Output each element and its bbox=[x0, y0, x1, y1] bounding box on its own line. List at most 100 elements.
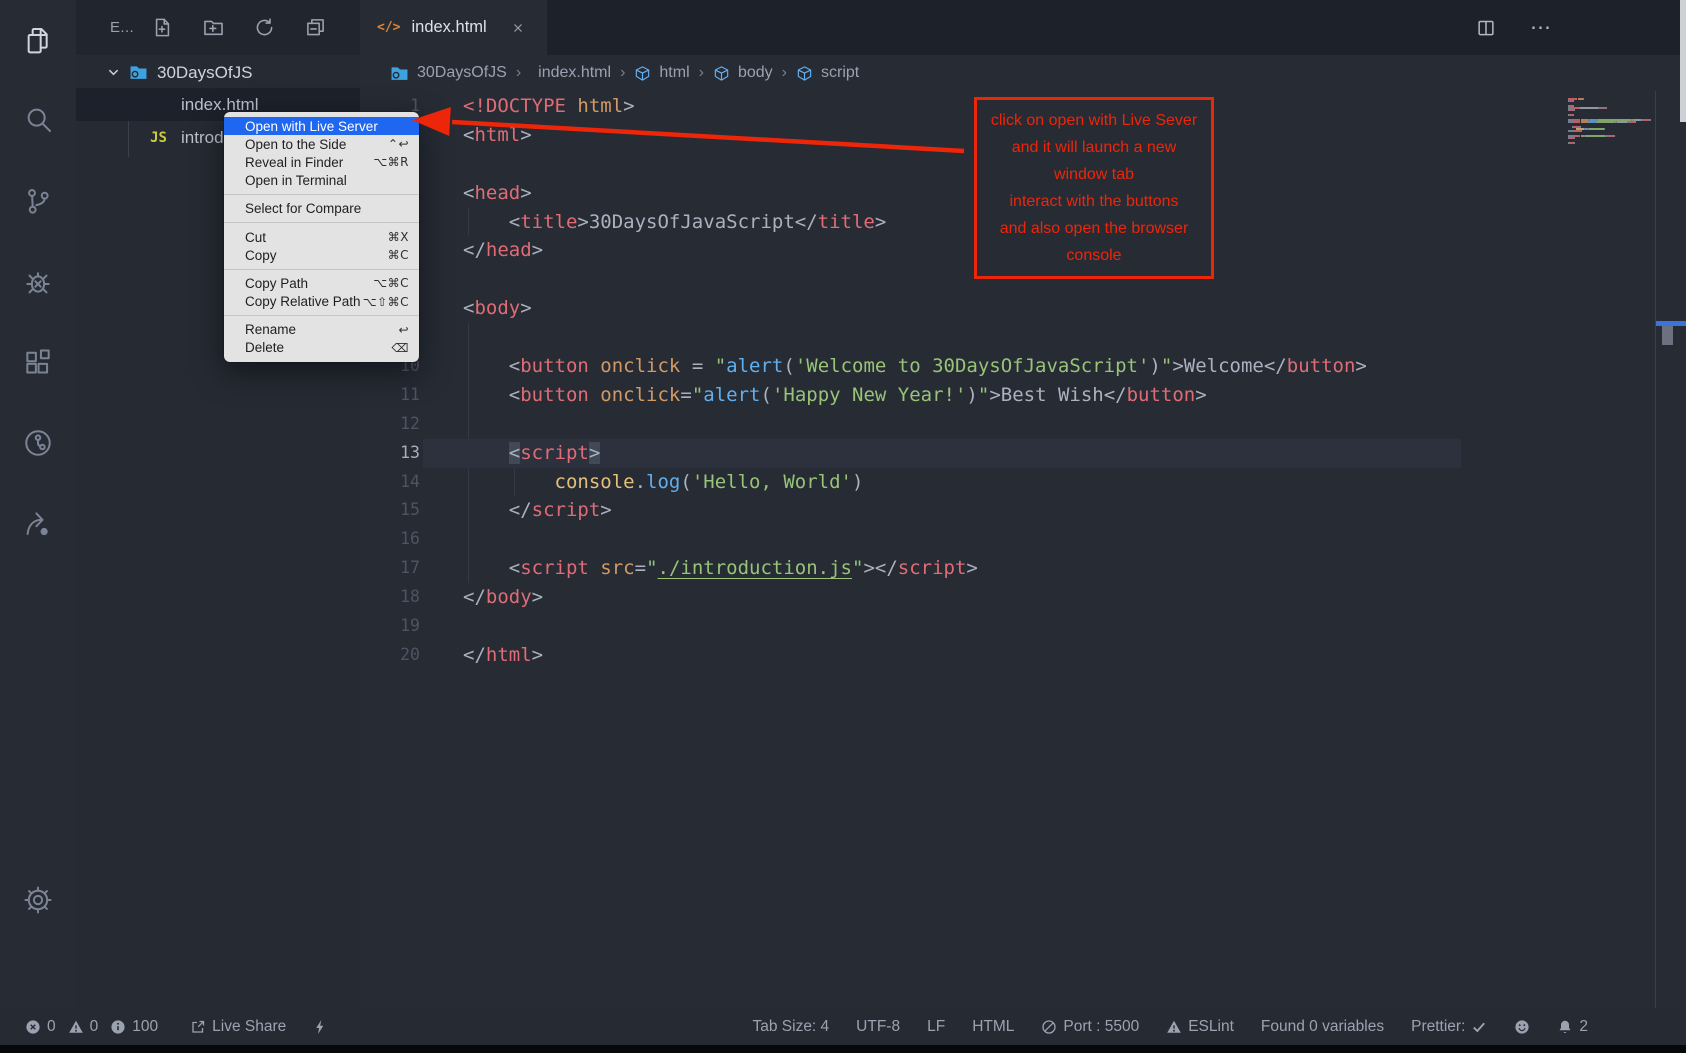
code-token: src bbox=[600, 557, 634, 579]
code-token: ) bbox=[852, 471, 863, 493]
activity-extensions-icon[interactable] bbox=[0, 332, 76, 394]
menu-item-rename[interactable]: Rename↩ bbox=[224, 321, 419, 339]
code-token: < bbox=[463, 355, 520, 377]
menu-item-open-with-live-server[interactable]: Open with Live Server bbox=[224, 117, 419, 135]
menu-item-copy[interactable]: Copy⌘C bbox=[224, 246, 419, 264]
code-line-content: <!DOCTYPE html> bbox=[463, 92, 635, 121]
tab-close-icon[interactable] bbox=[511, 21, 525, 35]
code-line-12[interactable]: 12 bbox=[360, 410, 1686, 439]
code-line-8[interactable]: 8<body> bbox=[360, 294, 1686, 323]
code-line-9[interactable]: 9 bbox=[360, 323, 1686, 352]
code-line-11[interactable]: 11 <button onclick="alert('Happy New Yea… bbox=[360, 381, 1686, 410]
status-found-0-variables[interactable]: Found 0 variables bbox=[1261, 1018, 1384, 1036]
minimap-line bbox=[1568, 142, 1654, 144]
code-token: > bbox=[989, 384, 1000, 406]
code-line-15[interactable]: 15 </script> bbox=[360, 496, 1686, 525]
menu-item-shortcut: ⌃↩ bbox=[388, 137, 409, 151]
menu-item-copy-relative-path[interactable]: Copy Relative Path⌥⇧⌘C bbox=[224, 293, 419, 311]
minimap[interactable] bbox=[1568, 98, 1654, 144]
code-token: < bbox=[463, 297, 474, 319]
slash-icon bbox=[1041, 1019, 1057, 1035]
breadcrumb-item-index.html[interactable]: index.html bbox=[530, 64, 611, 82]
sidebar-header: E... bbox=[76, 0, 360, 55]
indent-guide bbox=[468, 323, 469, 352]
menu-item-reveal-in-finder[interactable]: Reveal in Finder ⌥⌘R bbox=[224, 153, 419, 171]
new-folder-icon[interactable] bbox=[203, 17, 224, 38]
code-line-13[interactable]: 13 <script> bbox=[360, 439, 1686, 468]
split-editor-icon[interactable] bbox=[1476, 18, 1496, 38]
status-lf[interactable]: LF bbox=[927, 1018, 945, 1036]
status-eslint[interactable]: ESLint bbox=[1166, 1018, 1234, 1036]
code-line-10[interactable]: 10 <button onclick = "alert('Welcome to … bbox=[360, 352, 1686, 381]
more-actions-icon[interactable]: ⋯ bbox=[1530, 23, 1553, 33]
breadcrumb-item-30DaysOfJS[interactable]: 30DaysOfJS bbox=[390, 64, 507, 83]
menu-item-copy-path[interactable]: Copy Path⌥⌘C bbox=[224, 274, 419, 292]
folder-icon bbox=[390, 64, 409, 83]
status-0[interactable]: 0 bbox=[68, 1018, 99, 1036]
status-2[interactable]: 2 bbox=[1557, 1018, 1588, 1036]
code-token: 30DaysOfJavaScript bbox=[589, 211, 795, 233]
menu-item-delete[interactable]: Delete⌫ bbox=[224, 339, 419, 357]
status-prettier[interactable]: Prettier: bbox=[1411, 1018, 1487, 1036]
status-smiley[interactable] bbox=[1514, 1019, 1530, 1035]
code-token: > bbox=[532, 586, 543, 608]
breadcrumb-item-body[interactable]: body bbox=[713, 64, 773, 82]
breadcrumb-separator: › bbox=[516, 64, 521, 82]
line-number: 14 bbox=[360, 468, 420, 497]
menu-item-shortcut: ⌥⌘R bbox=[373, 155, 409, 169]
menu-separator bbox=[224, 269, 419, 270]
menu-item-label: Reveal in Finder bbox=[245, 155, 343, 170]
breadcrumb-item-html[interactable]: html bbox=[634, 64, 689, 82]
tab-index-html[interactable]: </> index.html bbox=[360, 0, 547, 55]
status-bolt[interactable] bbox=[312, 1019, 328, 1035]
folder-icon bbox=[129, 63, 148, 82]
code-line-14[interactable]: 14 console.log('Hello, World') bbox=[360, 468, 1686, 497]
activity-live-share-icon[interactable] bbox=[0, 492, 76, 554]
scrollbar-thumb[interactable] bbox=[1662, 326, 1673, 345]
code-line-content: <script> bbox=[463, 439, 600, 468]
code-token: > bbox=[1355, 355, 1366, 377]
activity-git-circle-icon[interactable] bbox=[0, 412, 76, 474]
activity-explorer-icon[interactable] bbox=[0, 10, 76, 72]
activity-debug-icon[interactable] bbox=[0, 251, 76, 313]
breadcrumb-item-script[interactable]: script bbox=[796, 64, 859, 82]
menu-item-select-for-compare[interactable]: Select for Compare bbox=[224, 200, 419, 218]
code-line-16[interactable]: 16 bbox=[360, 525, 1686, 554]
activity-search-icon[interactable] bbox=[0, 88, 76, 150]
activity-settings-icon[interactable] bbox=[0, 869, 76, 931]
code-line-20[interactable]: 20</html> bbox=[360, 641, 1686, 670]
code-line-content: <script src="./introduction.js"></script… bbox=[463, 554, 978, 583]
status-label: Tab Size: 4 bbox=[752, 1018, 829, 1036]
menu-item-open-in-terminal[interactable]: Open in Terminal bbox=[224, 172, 419, 190]
tree-item-folder[interactable]: 30DaysOfJS bbox=[76, 57, 360, 88]
code-token: button bbox=[520, 355, 589, 377]
status-100[interactable]: 100 bbox=[110, 1018, 158, 1036]
menu-item-label: Cut bbox=[245, 230, 266, 245]
line-number: 17 bbox=[360, 554, 420, 583]
new-file-icon[interactable] bbox=[152, 17, 173, 38]
annotation-box: click on open with Live Severand it will… bbox=[974, 97, 1214, 279]
code-line-18[interactable]: 18</body> bbox=[360, 583, 1686, 612]
refresh-icon[interactable] bbox=[254, 17, 275, 38]
code-token: < bbox=[463, 557, 520, 579]
code-token: button bbox=[1127, 384, 1196, 406]
code-line-17[interactable]: 17 <script src="./introduction.js"></scr… bbox=[360, 554, 1686, 583]
collapse-all-icon[interactable] bbox=[305, 17, 326, 38]
status-html[interactable]: HTML bbox=[972, 1018, 1014, 1036]
menu-item-shortcut: ⌘X bbox=[388, 230, 409, 244]
indent-guide bbox=[468, 208, 469, 237]
status-tab-size-4[interactable]: Tab Size: 4 bbox=[752, 1018, 829, 1036]
status-0[interactable]: 0 bbox=[25, 1018, 56, 1036]
status-utf-8[interactable]: UTF-8 bbox=[856, 1018, 900, 1036]
activity-source-control-icon[interactable] bbox=[0, 170, 76, 232]
menu-item-open-to-the-side[interactable]: Open to the Side⌃↩ bbox=[224, 135, 419, 153]
menu-item-cut[interactable]: Cut ⌘X bbox=[224, 228, 419, 246]
status-port-5500[interactable]: Port : 5500 bbox=[1041, 1018, 1139, 1036]
status-left: 00 100 Live Share bbox=[25, 1018, 328, 1036]
status-bar: 00 100 Live Share Tab Size: 4 UTF-8 LF HTML Po… bbox=[0, 1008, 1686, 1045]
code-token bbox=[589, 557, 600, 579]
indent-guide bbox=[468, 410, 469, 439]
code-line-19[interactable]: 19 bbox=[360, 612, 1686, 641]
code-token bbox=[463, 471, 555, 493]
status-live-share[interactable]: Live Share bbox=[190, 1018, 286, 1036]
